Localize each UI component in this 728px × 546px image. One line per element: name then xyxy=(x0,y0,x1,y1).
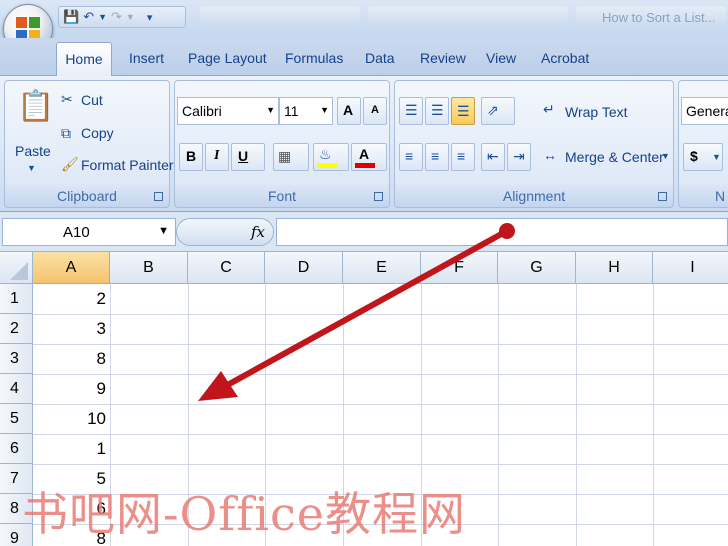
arrow-head xyxy=(198,371,238,401)
watermark-text: 书吧网-Office教程网 xyxy=(22,487,467,541)
arrow-shaft xyxy=(219,229,508,391)
annotation-arrow xyxy=(198,223,515,401)
